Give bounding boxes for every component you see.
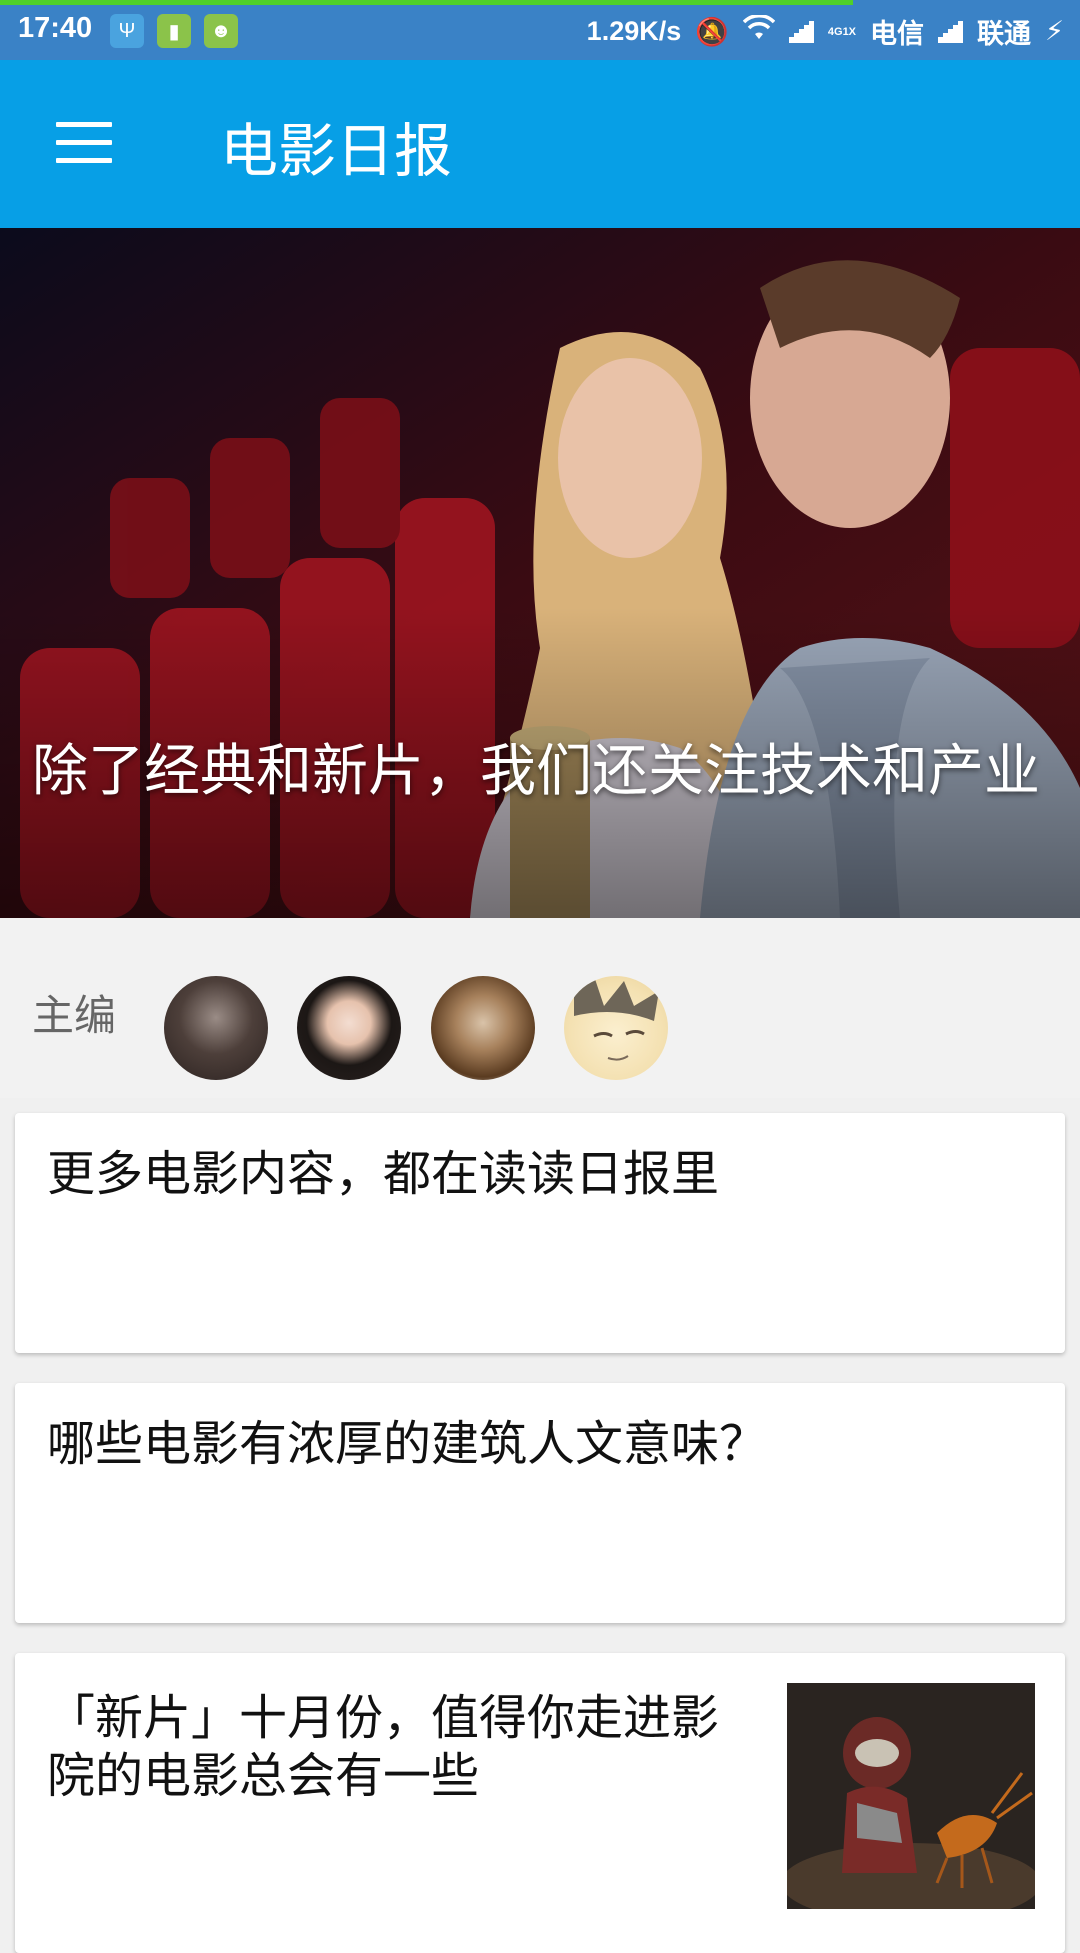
signal-icon-1 bbox=[788, 19, 814, 45]
editor-avatar-2[interactable] bbox=[297, 976, 401, 1080]
story-title: 更多电影内容，都在读读日报里 bbox=[47, 1146, 720, 1202]
menu-icon[interactable] bbox=[46, 116, 122, 176]
story-thumbnail bbox=[787, 1683, 1035, 1909]
editors-section: 主编 bbox=[0, 918, 1080, 1098]
signal-icon-2 bbox=[938, 19, 964, 45]
story-card[interactable]: 哪些电影有浓厚的建筑人文意味？ bbox=[15, 1383, 1065, 1623]
android-icon: ☻ bbox=[204, 14, 238, 48]
status-time: 17:40 bbox=[18, 12, 93, 44]
story-card[interactable]: 「新片」十月份，值得你走进影院的电影总会有一些 bbox=[15, 1653, 1065, 1953]
status-bar: 17:40 Ψ ▮ ☻ 1.29K/s 🔕 4G1X 电信 联通 ⚡ bbox=[0, 0, 1080, 60]
charging-icon: ⚡ bbox=[1045, 16, 1064, 46]
page-title: 电影日报 bbox=[220, 117, 453, 185]
editor-avatar-1[interactable] bbox=[164, 976, 268, 1080]
hero-image bbox=[0, 228, 1080, 918]
battery-saver-icon: ▮ bbox=[157, 14, 191, 48]
story-title: 「新片」十月份，值得你走进影院的电影总会有一些 bbox=[47, 1690, 720, 1804]
editor-avatar-4[interactable] bbox=[564, 976, 668, 1080]
story-card[interactable]: 更多电影内容，都在读读日报里 bbox=[15, 1113, 1065, 1353]
app-bar: 电影日报 bbox=[0, 60, 1080, 228]
usb-icon: Ψ bbox=[110, 14, 144, 48]
wifi-icon bbox=[742, 14, 776, 48]
loading-progress-bar bbox=[0, 0, 854, 5]
carrier-1: 电信 bbox=[870, 19, 925, 49]
carrier-2: 联通 bbox=[977, 19, 1032, 49]
hero-caption: 除了经典和新片，我们还关注技术和产业 bbox=[32, 739, 1040, 804]
network-speed: 1.29K/s bbox=[586, 16, 682, 46]
hero-banner[interactable]: 除了经典和新片，我们还关注技术和产业 bbox=[0, 228, 1080, 918]
mute-bell-icon: 🔕 bbox=[695, 16, 729, 47]
network-type: 4G1X bbox=[827, 25, 857, 38]
editors-label: 主编 bbox=[32, 991, 117, 1040]
status-right: 1.29K/s 🔕 4G1X 电信 联通 ⚡ bbox=[587, 12, 1064, 51]
story-title: 哪些电影有浓厚的建筑人文意味？ bbox=[47, 1416, 768, 1472]
editor-avatar-3[interactable] bbox=[431, 976, 535, 1080]
